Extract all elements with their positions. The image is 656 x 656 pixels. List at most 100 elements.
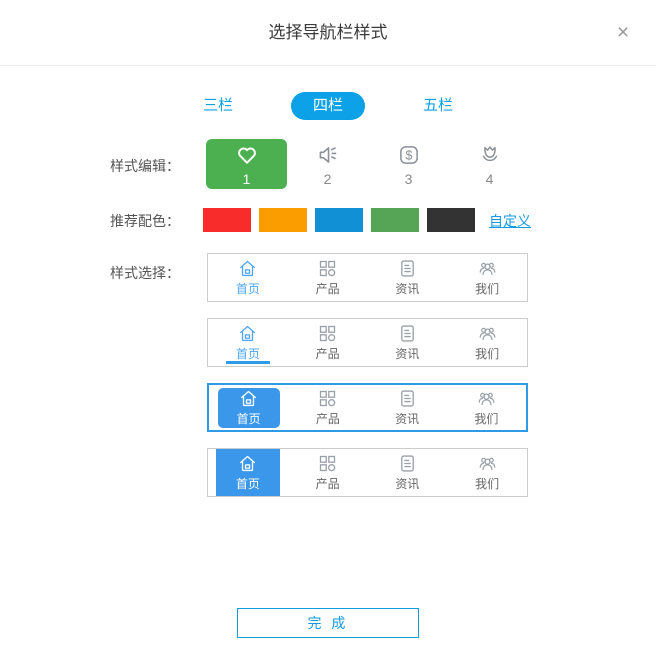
style-edit-option-4[interactable]: 4 — [449, 139, 530, 189]
nav-item-1: 产品 — [288, 449, 368, 496]
nav-style-underline[interactable]: 首页 产品 资讯 我们 — [207, 318, 528, 367]
nav-item-label: 我们 — [475, 282, 500, 296]
nav-item-content: 产品 — [288, 449, 368, 496]
news-icon — [397, 258, 418, 279]
nav-item-label: 我们 — [475, 477, 500, 491]
nav-item-content: 首页 — [215, 449, 280, 496]
nav-item-content: 我们 — [447, 319, 527, 366]
nav-item-3: 我们 — [447, 449, 527, 496]
style-edit-label: 样式编辑： — [110, 158, 180, 174]
style-edit-options: 1 2 $3 4 — [206, 139, 530, 189]
grid-icon — [317, 323, 338, 344]
column-count-tabs: 三栏 四栏 五栏 — [0, 92, 656, 120]
color-swatch[interactable] — [259, 208, 307, 232]
nav-item-content: 资讯 — [368, 254, 448, 301]
active-underline-indicator — [225, 361, 270, 364]
nav-item-1: 产品 — [288, 319, 368, 366]
people-icon — [477, 453, 498, 474]
dollar-icon: $ — [396, 140, 422, 170]
nav-item-1: 产品 — [288, 385, 367, 430]
option-number: 1 — [242, 171, 251, 187]
color-swatch[interactable] — [315, 208, 363, 232]
svg-text:$: $ — [405, 149, 412, 163]
home-icon — [238, 388, 259, 409]
home-icon — [237, 258, 258, 279]
nav-item-label: 产品 — [315, 282, 340, 296]
nav-item-label: 首页 — [235, 477, 260, 491]
nav-item-1: 产品 — [288, 254, 368, 301]
nav-item-label: 资讯 — [395, 412, 420, 426]
tab-three-col[interactable]: 三栏 — [181, 92, 255, 120]
nav-item-3: 我们 — [447, 319, 527, 366]
tab-four-col[interactable]: 四栏 — [290, 92, 365, 120]
style-select-label: 样式选择： — [110, 265, 180, 281]
grid-icon — [317, 453, 338, 474]
nav-item-label: 产品 — [315, 477, 340, 491]
people-icon — [476, 388, 497, 409]
style-edit-option-2[interactable]: 2 — [287, 139, 368, 189]
speaker-icon — [315, 140, 341, 170]
nav-item-0: 首页 — [208, 319, 288, 366]
select-navbar-style-dialog: 选择导航栏样式 × 三栏 四栏 五栏 样式编辑： 1 2 $3 4 推荐配色： 自定义 样… — [0, 0, 656, 656]
nav-style-rounded[interactable]: 首页 产品 资讯 我们 — [207, 383, 528, 432]
nav-item-2: 资讯 — [368, 449, 448, 496]
home-icon — [237, 453, 258, 474]
nav-style-square[interactable]: 首页 产品 资讯 我们 — [207, 448, 528, 497]
nav-item-0: 首页 — [208, 254, 288, 301]
nav-item-label: 我们 — [474, 412, 499, 426]
nav-item-content: 首页 — [217, 387, 280, 428]
nav-item-content: 产品 — [288, 385, 367, 430]
nav-item-content: 首页 — [208, 254, 288, 301]
nav-item-label: 资讯 — [395, 477, 420, 491]
nav-item-label: 资讯 — [395, 282, 420, 296]
nav-item-label: 我们 — [475, 347, 500, 361]
news-icon — [397, 323, 418, 344]
nav-item-label: 首页 — [235, 282, 260, 296]
option-number: 3 — [404, 171, 413, 187]
nav-item-content: 产品 — [288, 319, 368, 366]
color-swatch[interactable] — [203, 208, 251, 232]
nav-item-label: 产品 — [315, 347, 340, 361]
nav-item-label: 产品 — [315, 412, 340, 426]
tab-five-col[interactable]: 五栏 — [401, 92, 475, 120]
color-swatch[interactable] — [371, 208, 419, 232]
people-icon — [477, 258, 498, 279]
news-icon — [397, 388, 418, 409]
dialog-title: 选择导航栏样式 — [268, 23, 388, 42]
nav-item-0: 首页 — [209, 385, 288, 430]
nav-item-content: 资讯 — [368, 319, 448, 366]
nav-item-3: 我们 — [447, 385, 526, 430]
custom-color-link[interactable]: 自定义 — [489, 211, 531, 231]
nav-item-label: 首页 — [235, 347, 260, 361]
nav-style-plain[interactable]: 首页 产品 资讯 我们 — [207, 253, 528, 302]
style-edit-option-1[interactable]: 1 — [206, 139, 287, 189]
heart-icon — [234, 140, 260, 170]
grid-icon — [317, 388, 338, 409]
option-number: 2 — [323, 171, 332, 187]
home-icon — [237, 323, 258, 344]
style-edit-option-3[interactable]: $3 — [368, 139, 449, 189]
option-number: 4 — [485, 171, 494, 187]
color-swatch[interactable] — [427, 208, 475, 232]
nav-item-content: 资讯 — [368, 385, 447, 430]
nav-item-content: 首页 — [208, 319, 288, 366]
nav-item-content: 我们 — [447, 385, 526, 430]
nav-item-2: 资讯 — [368, 254, 448, 301]
nav-item-content: 资讯 — [368, 449, 448, 496]
people-icon — [477, 323, 498, 344]
done-button[interactable]: 完 成 — [237, 608, 419, 638]
palette-swatches — [203, 208, 475, 232]
dialog-header: 选择导航栏样式 × — [0, 0, 656, 66]
nav-item-content: 我们 — [447, 254, 527, 301]
flower-icon — [477, 140, 503, 170]
news-icon — [397, 453, 418, 474]
nav-item-0: 首页 — [208, 449, 288, 496]
nav-item-label: 首页 — [236, 412, 261, 426]
grid-icon — [317, 258, 338, 279]
palette-label: 推荐配色： — [110, 213, 180, 229]
close-icon[interactable]: × — [610, 20, 636, 46]
nav-item-content: 产品 — [288, 254, 368, 301]
nav-item-label: 资讯 — [395, 347, 420, 361]
nav-item-2: 资讯 — [368, 385, 447, 430]
nav-item-2: 资讯 — [368, 319, 448, 366]
